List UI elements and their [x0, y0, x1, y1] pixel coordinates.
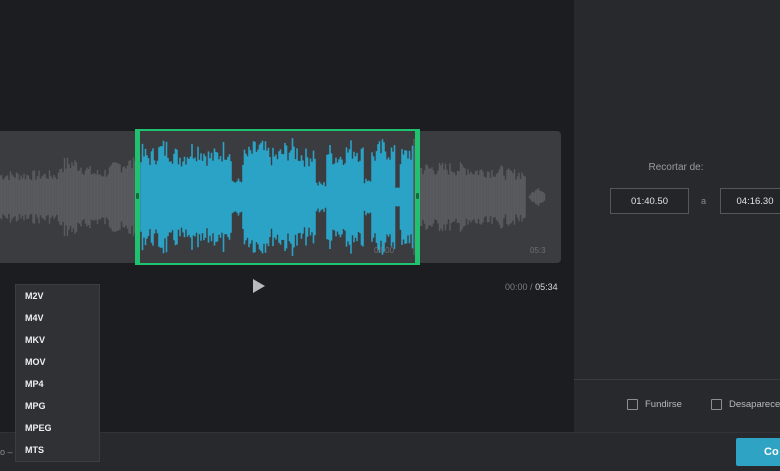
format-option-mts[interactable]: MTS: [16, 439, 99, 461]
format-option-m4v[interactable]: M4V: [16, 307, 99, 329]
checkbox-box[interactable]: [711, 399, 722, 410]
format-option-mkv[interactable]: MKV: [16, 329, 99, 351]
total-time: 05:34: [535, 282, 558, 292]
start-handle[interactable]: [135, 129, 140, 265]
format-option-mp4[interactable]: MP4: [16, 373, 99, 395]
trim-end-field[interactable]: 04:16.30: [720, 188, 780, 214]
selection-range[interactable]: [135, 129, 419, 265]
tick-label: 05:3: [530, 246, 546, 255]
format-option-m2v[interactable]: M2V: [16, 285, 99, 307]
format-label: o –: [0, 447, 13, 457]
format-option-mpeg[interactable]: MPEG: [16, 417, 99, 439]
fade-out-label: Desaparece: [729, 399, 780, 410]
play-button[interactable]: [251, 278, 267, 294]
trim-label: Recortar de:: [648, 162, 704, 173]
format-option-mov[interactable]: MOV: [16, 351, 99, 373]
checkbox-box[interactable]: [627, 399, 638, 410]
fade-in-label: Fundirse: [645, 399, 682, 410]
current-time: 00:00: [505, 282, 528, 292]
format-dropdown-list[interactable]: M2V M4V MKV MOV MP4 MPG MPEG MTS: [15, 284, 100, 462]
trim-start-field[interactable]: 01:40.50: [610, 188, 689, 214]
end-handle[interactable]: [415, 129, 420, 265]
fade-out-checkbox[interactable]: Desaparece: [711, 399, 780, 410]
panel-divider: [574, 379, 780, 380]
format-option-mpg[interactable]: MPG: [16, 395, 99, 417]
time-separator: /: [530, 282, 533, 292]
save-button[interactable]: Co: [736, 438, 780, 466]
trim-connector: a: [701, 196, 707, 206]
bottom-bar: [0, 432, 780, 471]
fade-in-checkbox[interactable]: Fundirse: [627, 399, 682, 410]
play-icon: [253, 279, 265, 293]
settings-panel: [574, 0, 780, 432]
time-display: 00:00 / 05:34: [505, 282, 558, 292]
